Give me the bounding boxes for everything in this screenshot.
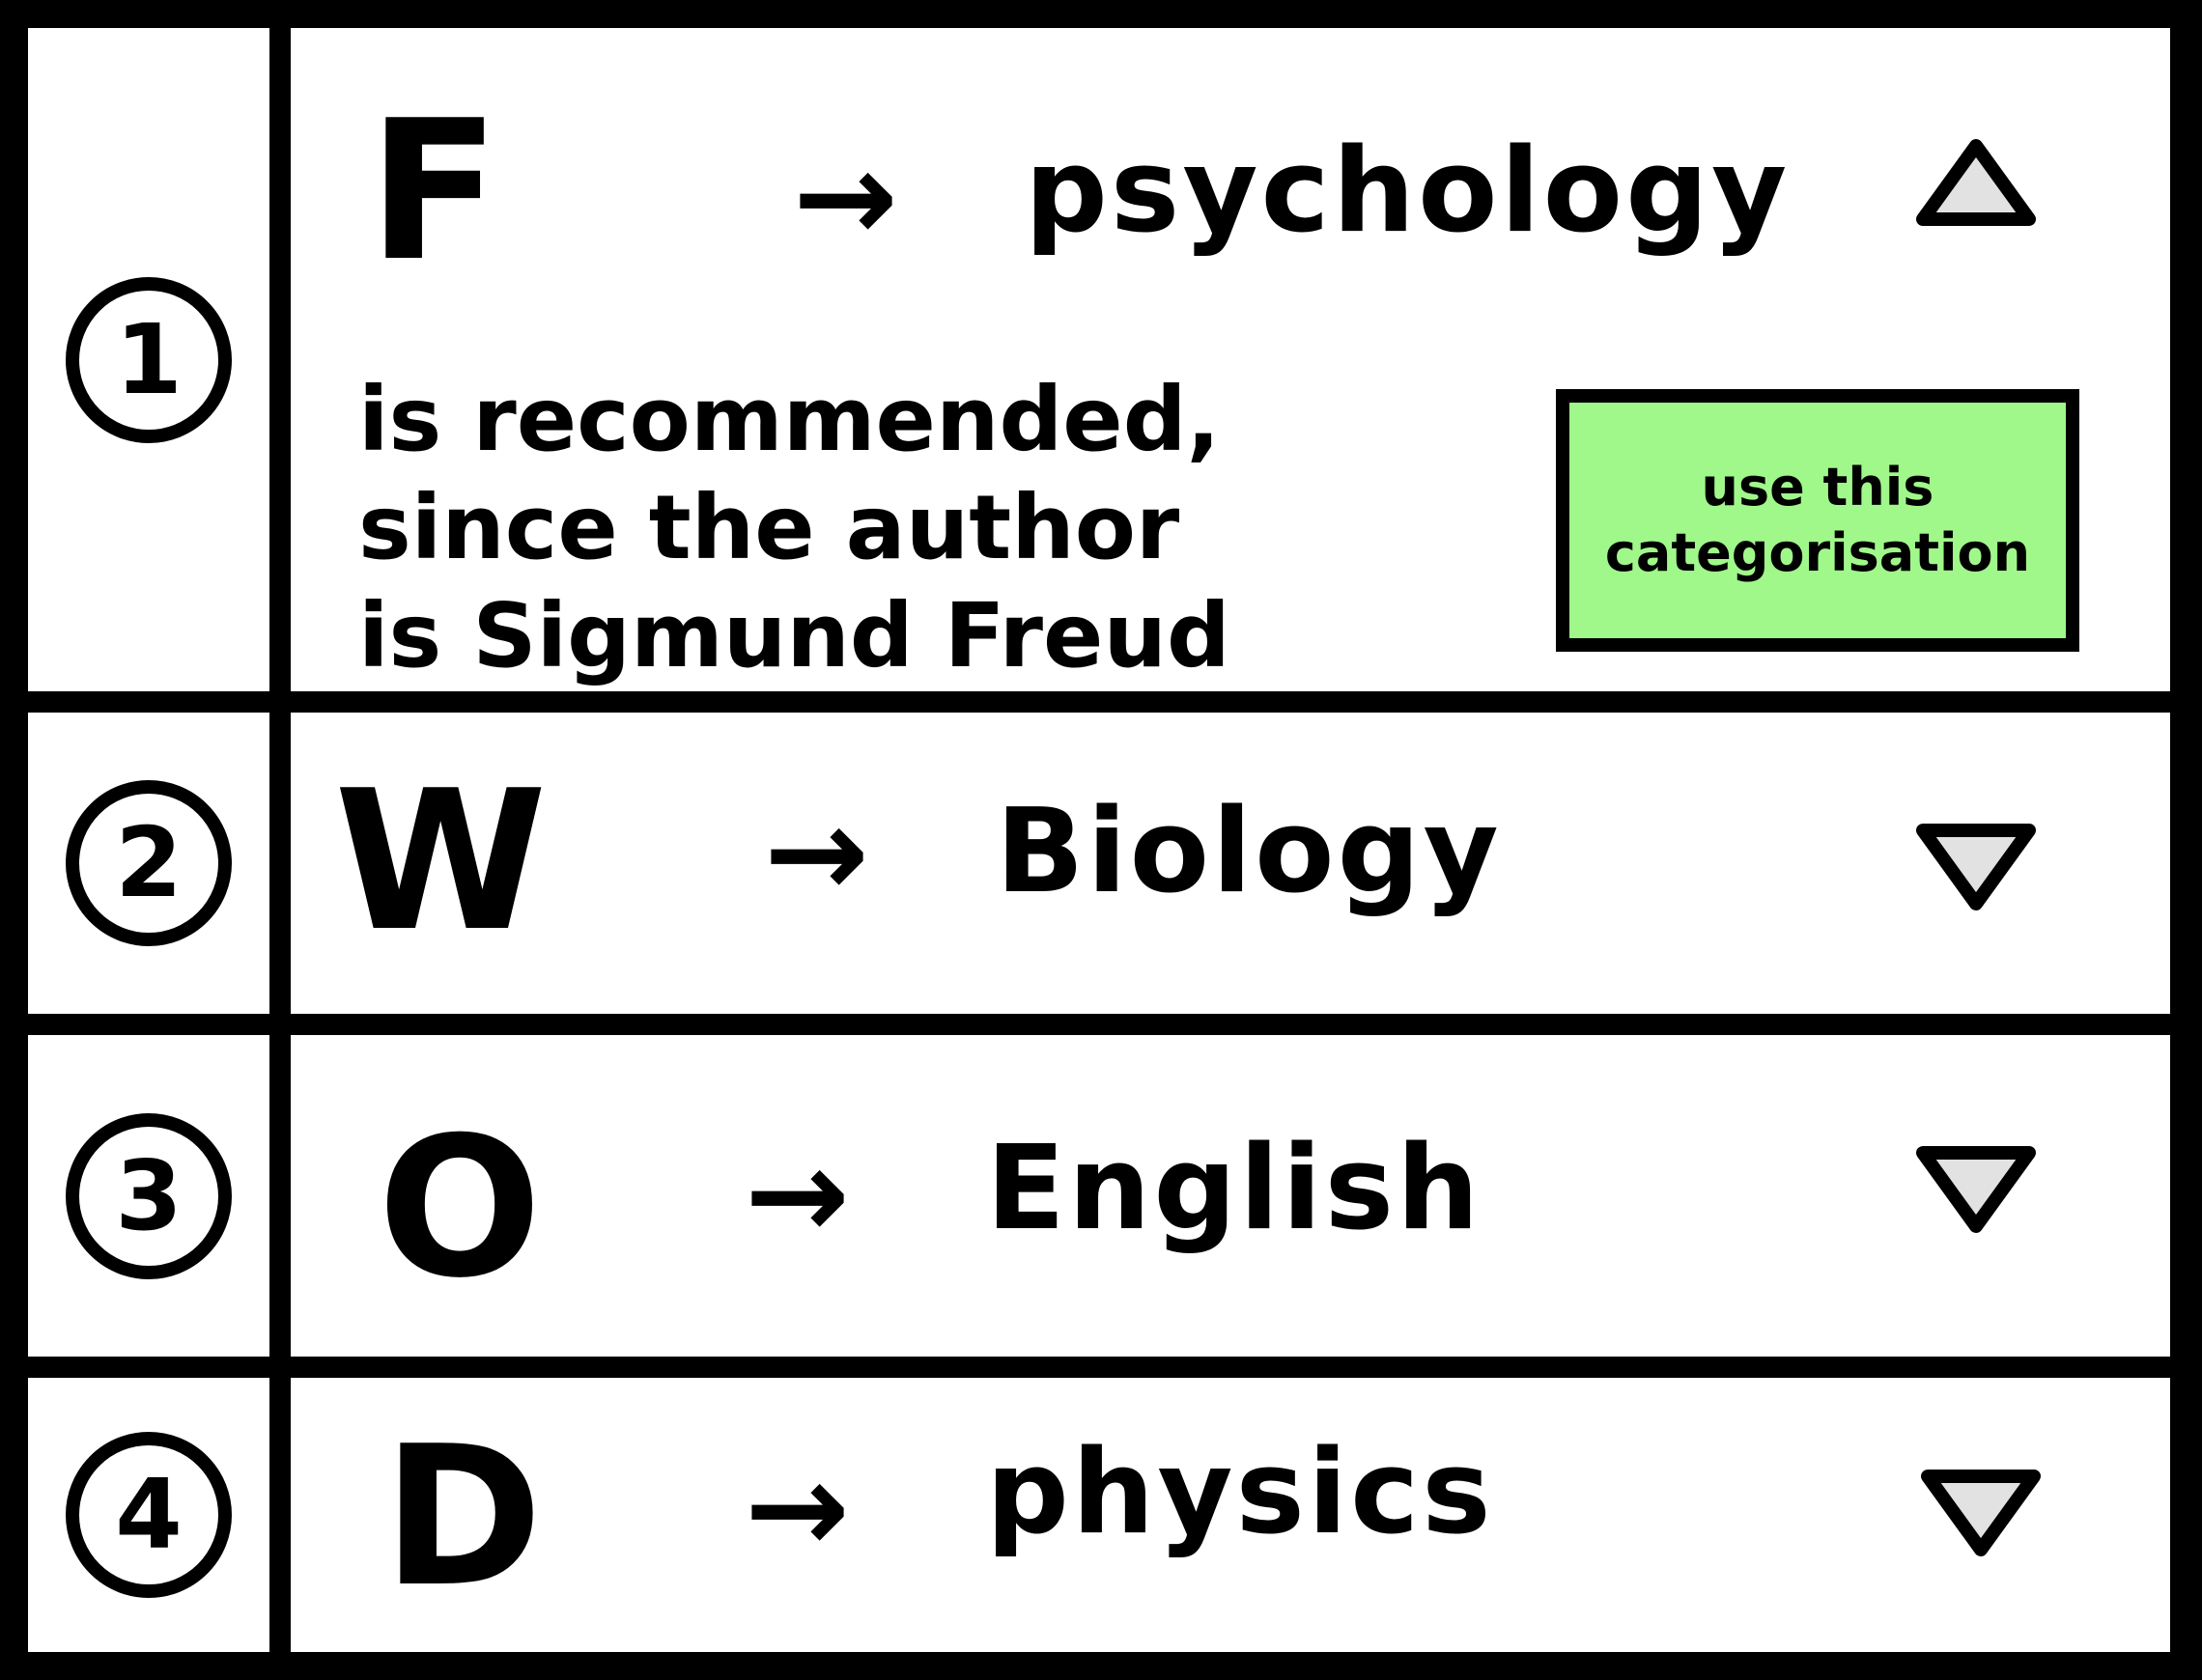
use-categorisation-button[interactable]: use this categorisation	[1556, 389, 2079, 652]
reason-line: since the author	[358, 476, 1180, 579]
row-number-badge: 1	[66, 276, 232, 443]
expand-toggle[interactable]	[1913, 819, 2039, 919]
arrow-icon: →	[764, 779, 869, 926]
row-4-suggestion[interactable]: D → physics	[291, 1378, 2170, 1652]
reason-line: is recommended,	[358, 368, 1221, 471]
expand-toggle[interactable]	[1918, 1465, 2044, 1565]
row-2-number-cell: 2	[28, 713, 269, 1014]
row-number-badge: 3	[66, 1112, 232, 1279]
expand-toggle[interactable]	[1913, 1141, 2039, 1242]
triangle-up-icon	[1916, 139, 2036, 226]
button-label: use this categorisation	[1605, 455, 2030, 586]
triangle-down-icon	[1921, 1470, 2041, 1556]
row-1-suggestion: F → psychology is recommended, since the…	[291, 28, 2170, 691]
arrow-icon: →	[745, 1435, 850, 1582]
row-1-number-cell: 1	[28, 28, 269, 691]
arrow-icon: →	[793, 124, 898, 270]
subject-label: English	[986, 1122, 1482, 1256]
triangle-down-icon	[1916, 824, 2036, 910]
reason-line: is Sigmund Freud	[358, 584, 1230, 687]
row-3-suggestion[interactable]: O → English	[291, 1035, 2170, 1357]
category-letter: F	[368, 79, 500, 304]
category-letter: D	[382, 1405, 544, 1630]
category-letter: W	[334, 749, 548, 974]
row-number-badge: 4	[66, 1432, 232, 1598]
collapse-toggle[interactable]	[1913, 134, 2039, 235]
recommendation-reason: is recommended, since the author is Sigm…	[358, 366, 1517, 690]
row-2-suggestion[interactable]: W → Biology	[291, 713, 2170, 1014]
category-letter: O	[378, 1096, 543, 1321]
row-4-number-cell: 4	[28, 1378, 269, 1652]
subject-label: physics	[986, 1426, 1494, 1560]
row-3-number-cell: 3	[28, 1035, 269, 1357]
suggestion-list: 1 F → psychology is recommended, since t…	[0, 0, 2202, 1680]
triangle-down-icon	[1916, 1146, 2036, 1233]
arrow-icon: →	[745, 1121, 850, 1268]
button-label-line: categorisation	[1604, 522, 2031, 583]
button-label-line: use this	[1701, 457, 1934, 518]
subject-label: Biology	[996, 785, 1502, 919]
row-number-badge: 2	[66, 780, 232, 946]
subject-label: psychology	[1025, 125, 1791, 259]
